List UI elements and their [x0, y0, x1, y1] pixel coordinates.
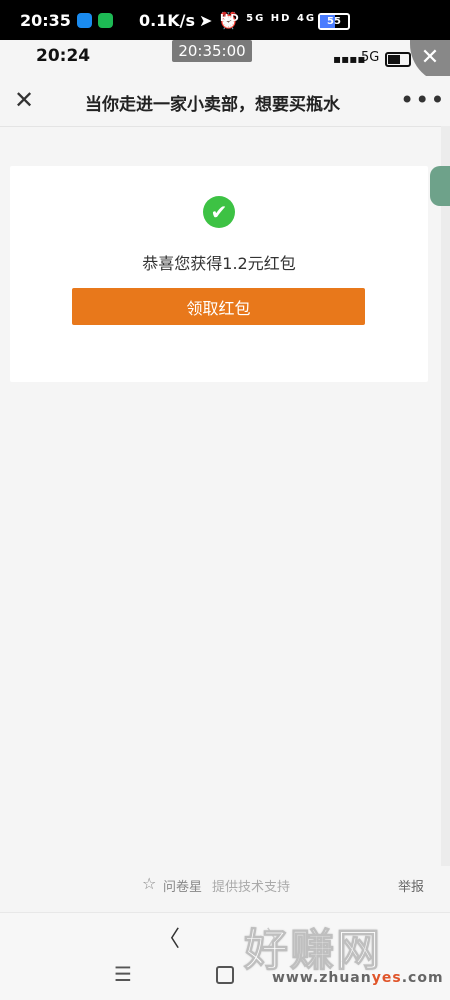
- footer-support-text: 提供技术支持: [212, 880, 291, 895]
- result-message: 恭喜您获得1.2元红包: [142, 254, 296, 273]
- inner-time: 20:24: [36, 46, 91, 66]
- menu-icon[interactable]: ☰: [114, 962, 132, 986]
- system-time: 20:35: [20, 10, 71, 30]
- watermark-logo: 好赚网: [244, 925, 382, 977]
- watermark-url: www.zhuanyes.com: [272, 970, 444, 986]
- side-float-tab[interactable]: [430, 166, 450, 206]
- footer-brand[interactable]: 问卷星: [163, 876, 202, 895]
- qq-icon: [76, 12, 92, 28]
- screen-time-overlay: 20:35:00: [172, 40, 252, 62]
- title-bar: ✕ 当你走进一家小卖部，想要买瓶水 •••: [0, 76, 450, 127]
- watermark-url-prefix: www.zhuan: [272, 970, 372, 986]
- network-speed: 0.1K/s: [138, 10, 196, 30]
- wechat-icon: [97, 12, 113, 28]
- battery-icon: 55: [318, 13, 350, 30]
- location-icon: ➤: [199, 10, 213, 30]
- battery-text: 55: [327, 16, 341, 27]
- side-scroll-edge: [441, 126, 450, 866]
- success-check-icon: ✔: [203, 196, 235, 228]
- report-link[interactable]: 举报: [398, 876, 424, 895]
- inner-battery-icon: [385, 52, 411, 67]
- footer: ☆ 问卷星 提供技术支持 举报: [0, 866, 450, 910]
- home-icon[interactable]: [216, 966, 234, 984]
- close-icon[interactable]: ✕: [14, 86, 34, 114]
- star-icon: ☆: [142, 874, 157, 893]
- inner-network: 5G: [361, 50, 380, 65]
- page-title: 当你走进一家小卖部，想要买瓶水: [85, 95, 340, 115]
- back-arrow-icon[interactable]: 〈: [158, 921, 180, 953]
- signal-icons: HD 5G HD 4G: [220, 13, 317, 24]
- system-status-bar: 20:35 0.1K/s ➤ ⏰ HD 5G HD 4G 55: [0, 0, 450, 40]
- claim-red-packet-button[interactable]: 领取红包: [72, 288, 365, 325]
- watermark-url-accent: yes: [371, 970, 402, 986]
- more-icon[interactable]: •••: [400, 86, 445, 114]
- watermark-url-suffix: .com: [401, 970, 444, 986]
- browser-nav-bar: 〈 〉: [0, 912, 450, 953]
